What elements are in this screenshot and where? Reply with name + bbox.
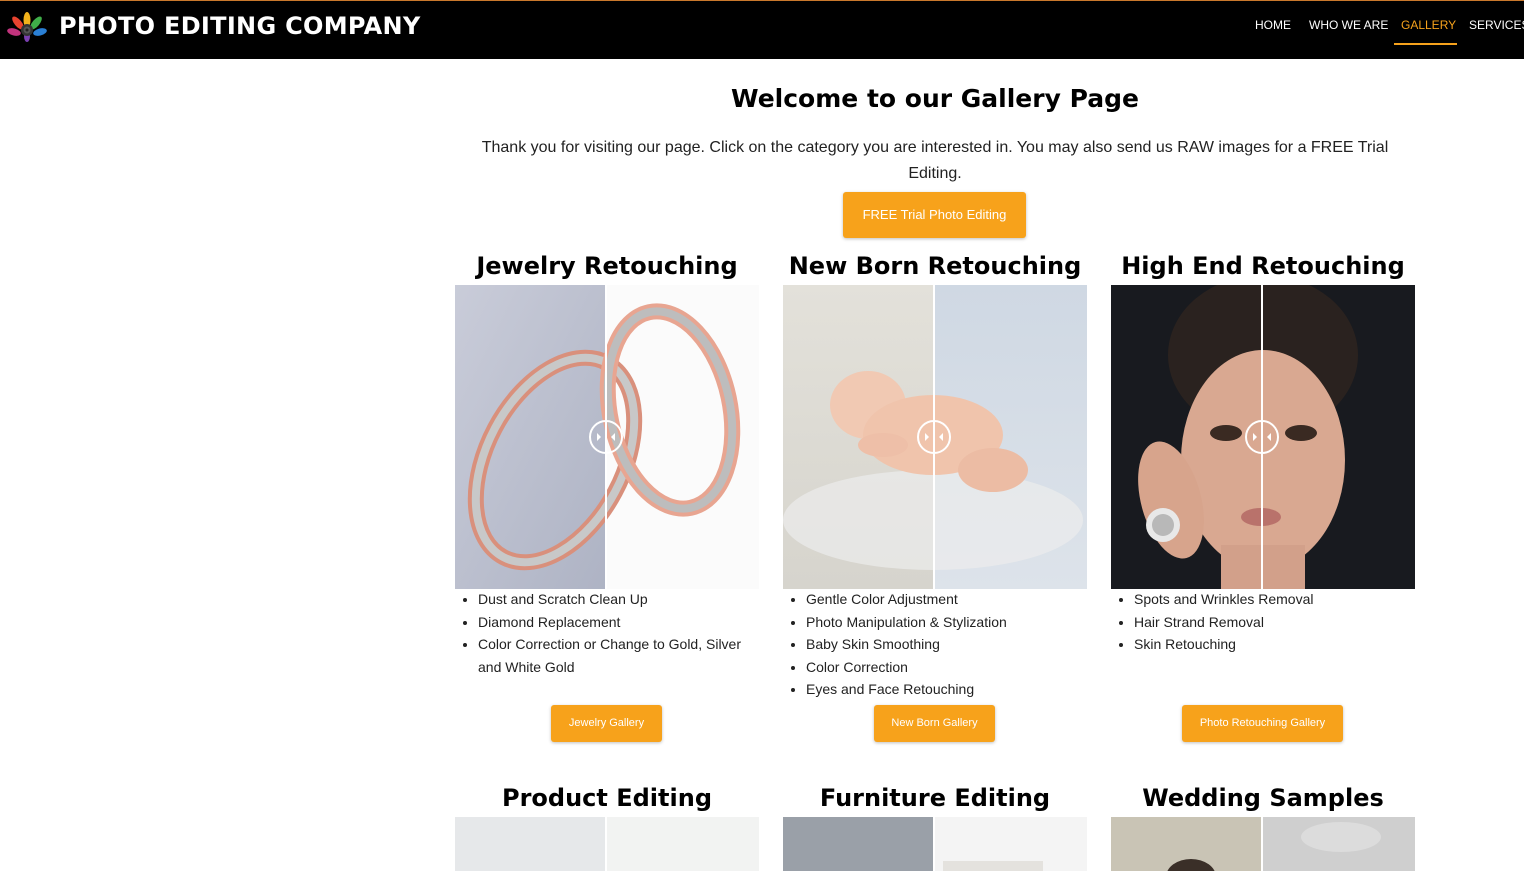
free-trial-button[interactable]: FREE Trial Photo Editing: [843, 192, 1026, 238]
photo-retouching-gallery-button[interactable]: Photo Retouching Gallery: [1182, 705, 1343, 742]
category-title-product: Product Editing: [502, 784, 712, 812]
list-item: Spots and Wrinkles Removal: [1134, 588, 1424, 611]
category-title-high-end: High End Retouching: [1121, 252, 1405, 280]
list-item: Dust and Scratch Clean Up: [478, 588, 768, 611]
nav-services[interactable]: SERVICES: [1469, 18, 1524, 32]
main-nav: HOME WHO WE ARE GALLERY SERVICES: [0, 1, 1524, 60]
nav-home[interactable]: HOME: [1255, 18, 1291, 32]
list-item: Hair Strand Removal: [1134, 611, 1424, 634]
nav-gallery[interactable]: GALLERY: [1401, 18, 1456, 32]
high-end-feature-list: Spots and Wrinkles Removal Hair Strand R…: [1111, 588, 1424, 656]
jewelry-before-after-image[interactable]: [455, 285, 759, 589]
intro-text: Thank you for visiting our page. Click o…: [481, 139, 1389, 182]
list-item: Color Correction: [806, 656, 1096, 679]
jewelry-feature-list: Dust and Scratch Clean Up Diamond Replac…: [455, 588, 768, 678]
wedding-before-after-image[interactable]: [1111, 817, 1415, 871]
page-title: Welcome to our Gallery Page: [731, 84, 1139, 113]
product-before-after-image[interactable]: [455, 817, 759, 871]
furniture-before-after-image[interactable]: [783, 817, 1087, 871]
top-navigation-bar: PHOTO EDITING COMPANY HOME WHO WE ARE GA…: [0, 0, 1524, 59]
newborn-gallery-button[interactable]: New Born Gallery: [874, 705, 995, 742]
list-item: Diamond Replacement: [478, 611, 768, 634]
list-item: Color Correction or Change to Gold, Silv…: [478, 633, 768, 678]
newborn-feature-list: Gentle Color Adjustment Photo Manipulati…: [783, 588, 1096, 701]
list-item: Eyes and Face Retouching: [806, 678, 1096, 701]
nav-active-indicator: [1394, 43, 1457, 45]
list-item: Baby Skin Smoothing: [806, 633, 1096, 656]
category-title-wedding: Wedding Samples: [1142, 784, 1384, 812]
category-title-newborn: New Born Retouching: [788, 252, 1082, 280]
list-item: Photo Manipulation & Stylization: [806, 611, 1096, 634]
newborn-before-after-image[interactable]: [783, 285, 1087, 589]
category-title-jewelry: Jewelry Retouching: [476, 252, 738, 280]
category-title-furniture: Furniture Editing: [819, 784, 1051, 812]
high-end-before-after-image[interactable]: [1111, 285, 1415, 589]
jewelry-gallery-button[interactable]: Jewelry Gallery: [551, 705, 662, 742]
nav-who-we-are[interactable]: WHO WE ARE: [1309, 18, 1388, 32]
list-item: Skin Retouching: [1134, 633, 1424, 656]
list-item: Gentle Color Adjustment: [806, 588, 1096, 611]
